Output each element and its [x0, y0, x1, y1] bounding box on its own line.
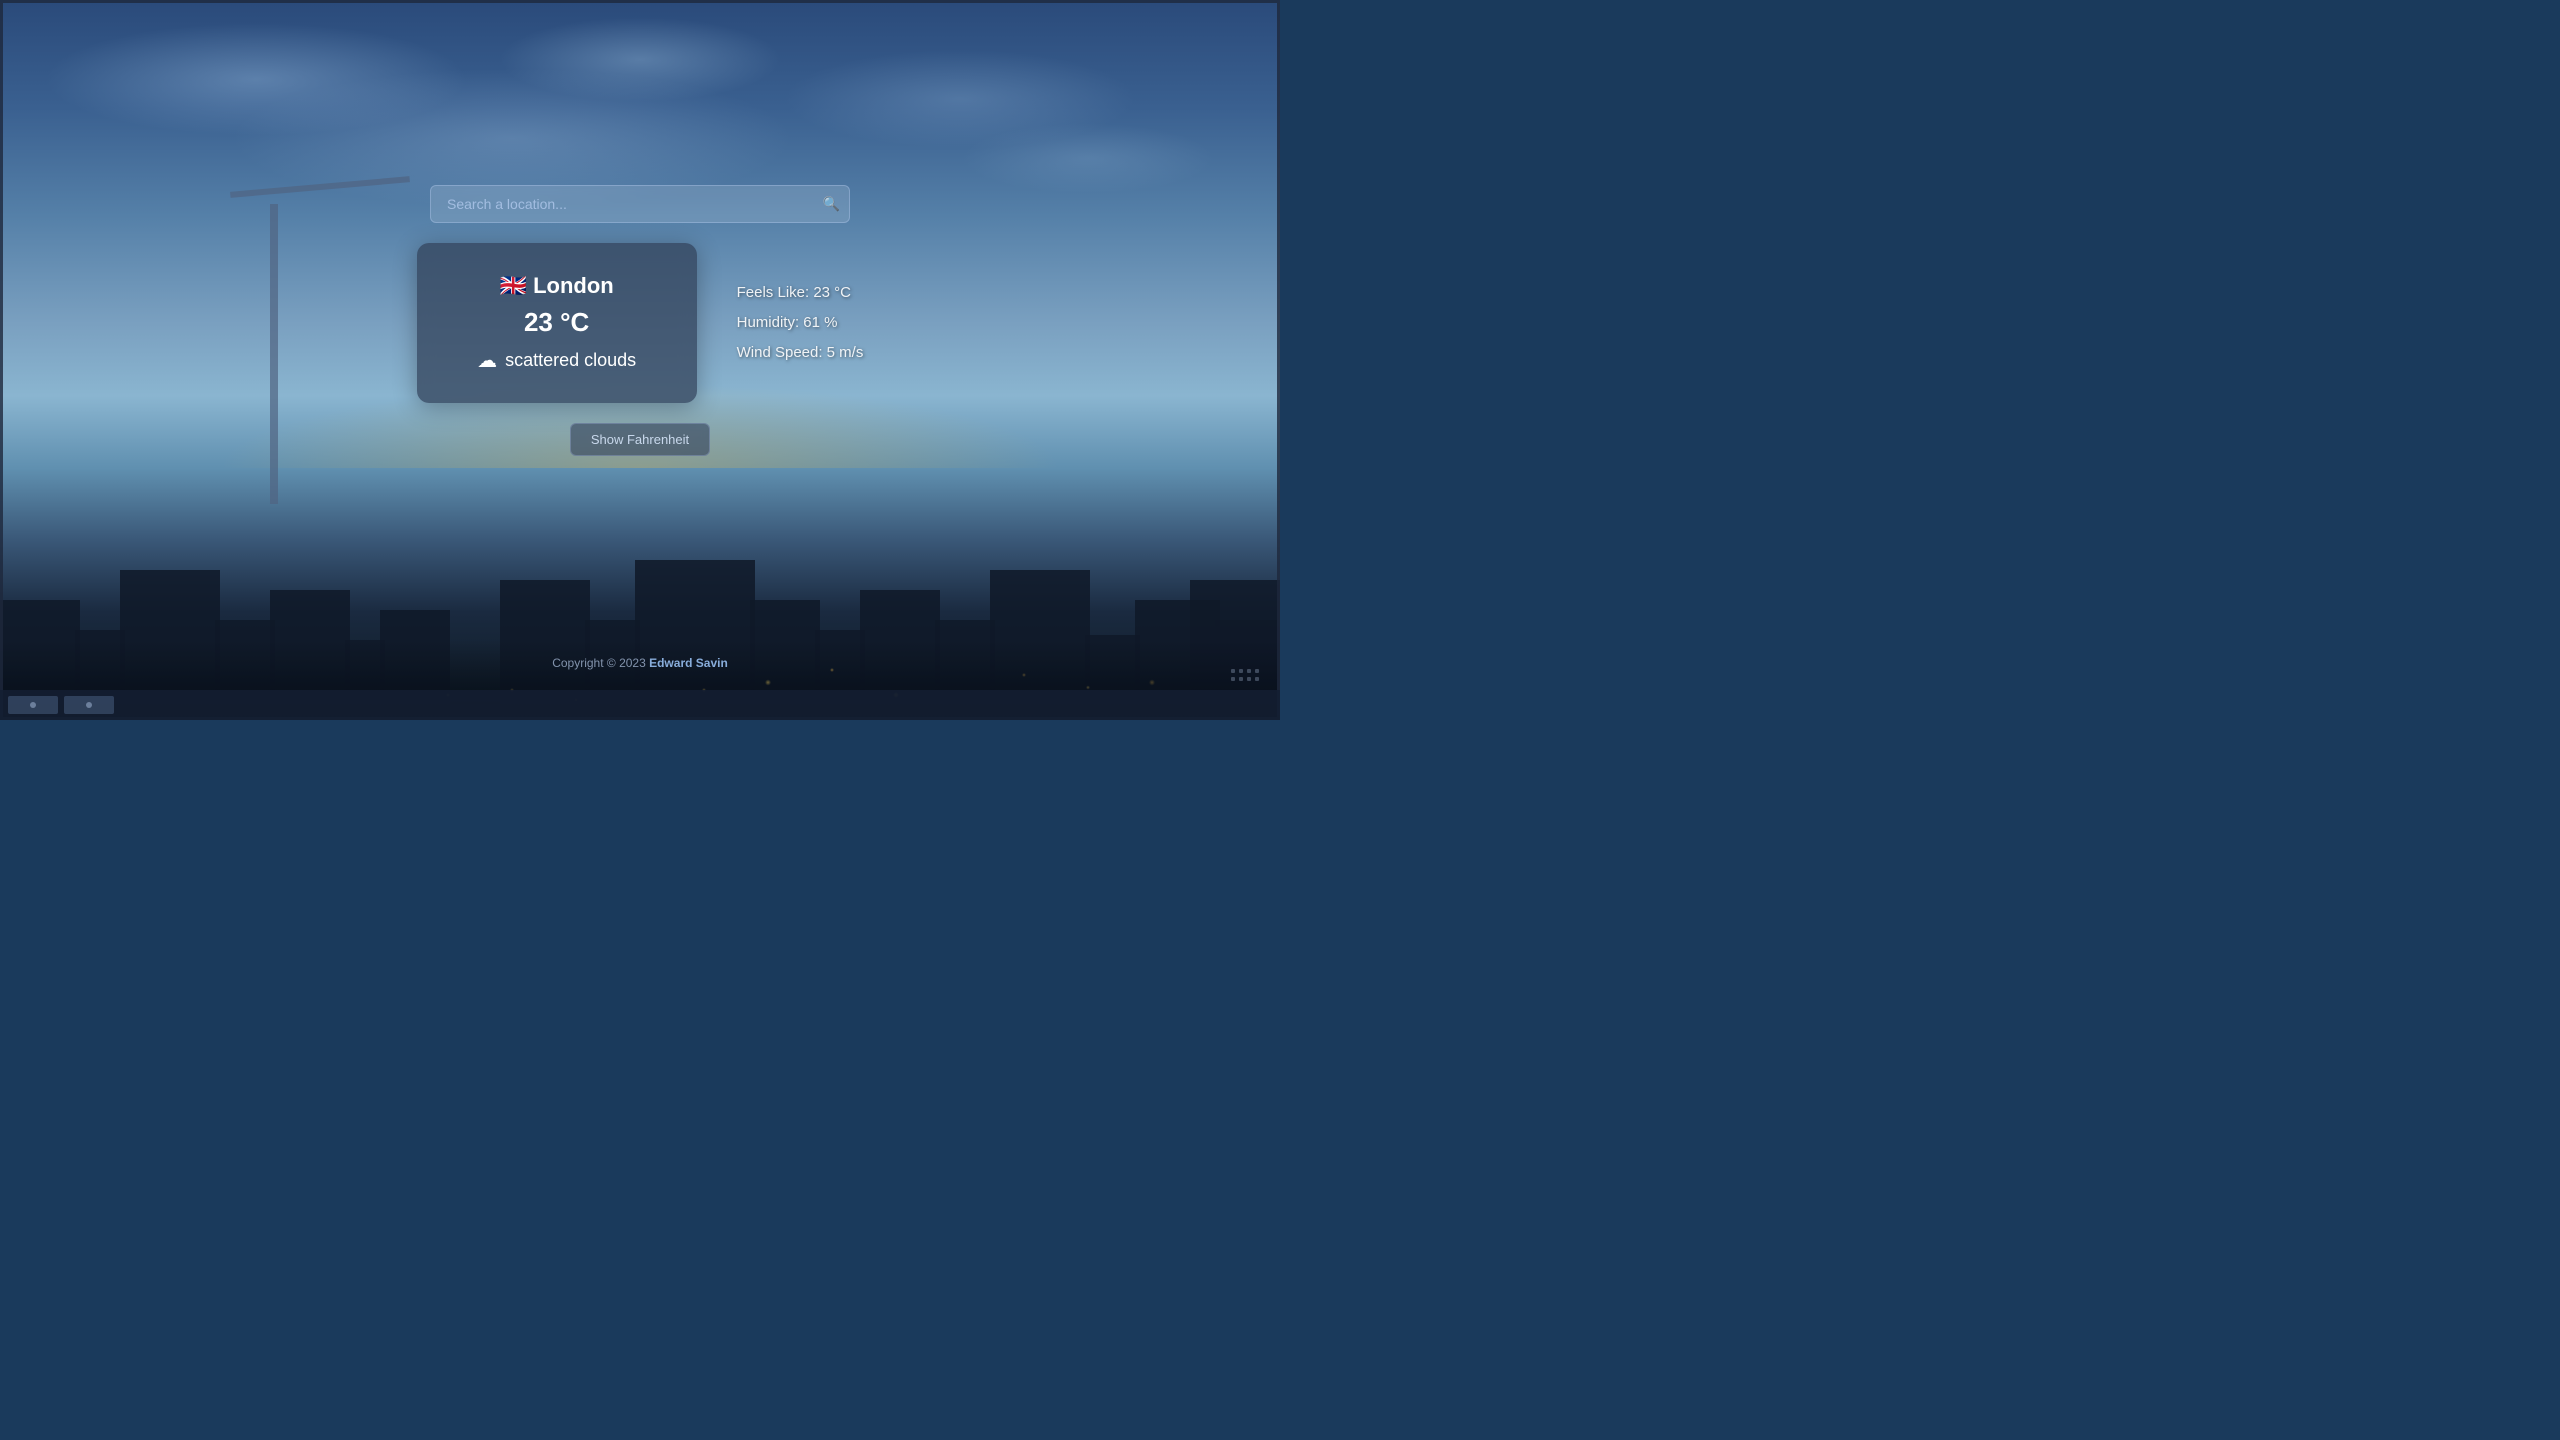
corner-dot — [1231, 677, 1235, 681]
taskbar — [0, 690, 1280, 720]
taskbar-dot — [30, 702, 36, 708]
search-button[interactable]: 🔍 — [823, 195, 840, 212]
app-content: 🔍 🇬🇧 London 23 °C ☁ scattered clouds Fee… — [0, 0, 1280, 720]
flag-icon: 🇬🇧 — [500, 273, 527, 298]
weather-description: ☁ scattered clouds — [457, 348, 657, 373]
corner-dot — [1239, 677, 1243, 681]
corner-dots — [1231, 669, 1260, 682]
feels-like-label: Feels Like: 23 °C — [737, 284, 851, 301]
weather-temperature: 23 °C — [457, 307, 657, 338]
wind-speed-row: Wind Speed: 5 m/s — [737, 338, 864, 368]
city-name: London — [533, 273, 614, 298]
weather-city: 🇬🇧 London — [457, 273, 657, 299]
show-fahrenheit-button[interactable]: Show Fahrenheit — [570, 423, 710, 456]
taskbar-button[interactable] — [64, 696, 114, 714]
corner-dot — [1247, 677, 1251, 681]
corner-dot — [1255, 669, 1259, 673]
corner-dot — [1255, 677, 1259, 681]
copyright-text: Copyright © 2023 — [552, 656, 649, 670]
weather-description-text: scattered clouds — [505, 350, 636, 371]
weather-card: 🇬🇧 London 23 °C ☁ scattered clouds — [417, 243, 697, 403]
corner-dot — [1247, 669, 1251, 673]
taskbar-button[interactable] — [8, 696, 58, 714]
search-container: 🔍 — [430, 185, 850, 223]
cloud-icon: ☁ — [477, 348, 497, 373]
humidity-row: Humidity: 61 % — [737, 308, 864, 338]
corner-dot — [1239, 669, 1243, 673]
footer: Copyright © 2023 Edward Savin — [552, 656, 728, 670]
taskbar-dot — [86, 702, 92, 708]
wind-speed-label: Wind Speed: 5 m/s — [737, 344, 864, 361]
feels-like-row: Feels Like: 23 °C — [737, 278, 864, 308]
author-link[interactable]: Edward Savin — [649, 656, 728, 670]
weather-details: Feels Like: 23 °C Humidity: 61 % Wind Sp… — [737, 278, 864, 368]
search-icon: 🔍 — [823, 195, 840, 211]
search-input[interactable] — [430, 185, 850, 223]
humidity-label: Humidity: 61 % — [737, 314, 838, 331]
weather-area: 🇬🇧 London 23 °C ☁ scattered clouds Feels… — [417, 243, 864, 403]
corner-dot — [1231, 669, 1235, 673]
